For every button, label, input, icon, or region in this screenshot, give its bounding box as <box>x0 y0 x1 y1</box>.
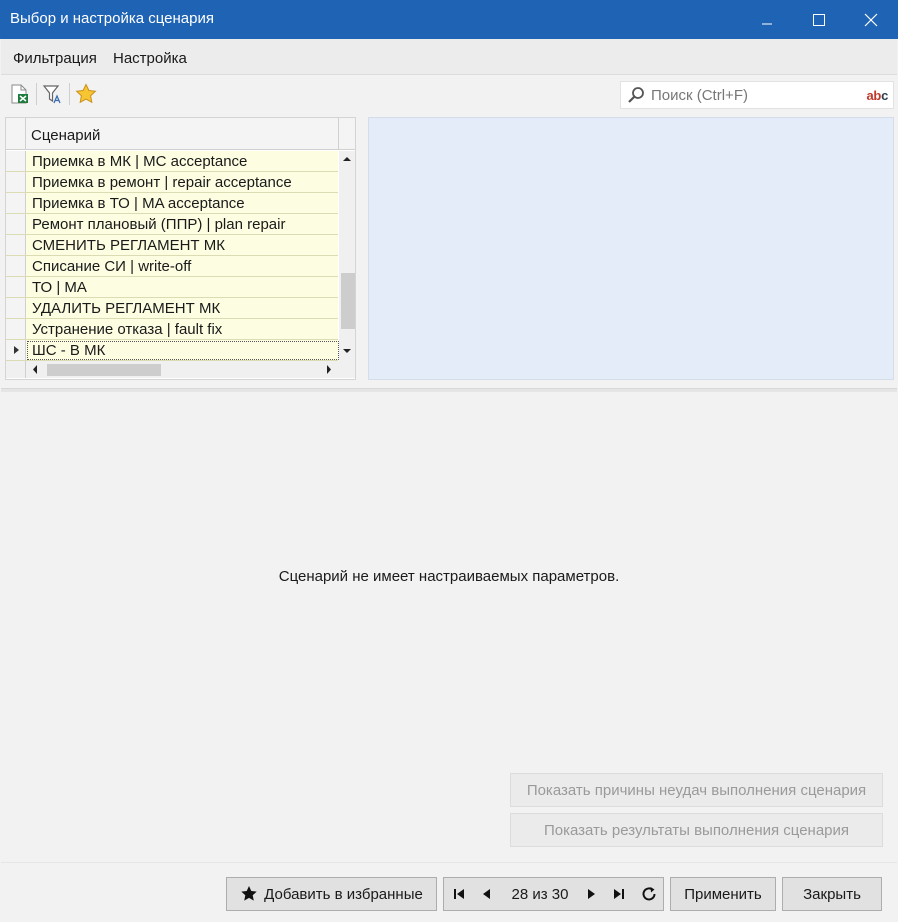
add-favorite-button[interactable]: Добавить в избранные <box>226 877 437 911</box>
row-cell: ТО | MA <box>32 279 87 296</box>
row-selector[interactable] <box>6 151 26 171</box>
toolbar-separator <box>69 83 70 105</box>
row-selector[interactable] <box>6 319 26 339</box>
horizontal-scroll-thumb[interactable] <box>47 364 161 376</box>
minimize-button[interactable] <box>742 0 792 39</box>
show-failures-button[interactable]: Показать причины неудач выполнения сцена… <box>510 773 883 807</box>
menu-settings[interactable]: Настройка <box>113 50 187 67</box>
column-header-scenario[interactable]: Сценарий <box>31 127 100 144</box>
row-cell: Устранение отказа | fault fix <box>32 321 223 338</box>
first-icon <box>454 889 464 899</box>
row-cell: Приемка в ТО | MA acceptance <box>32 195 245 212</box>
row-selector[interactable] <box>6 256 26 276</box>
table-row[interactable]: УДАЛИТЬ РЕГЛАМЕНТ МК <box>6 298 338 319</box>
star-icon <box>241 886 257 901</box>
table-row-current[interactable]: ШС - В МК <box>6 340 339 361</box>
record-counter: 28 из 30 <box>511 886 569 903</box>
maximize-icon <box>813 13 825 26</box>
table-row[interactable]: Приемка в ТО | MA acceptance <box>6 193 338 214</box>
show-results-button[interactable]: Показать результаты выполнения сценария <box>510 813 883 847</box>
refresh-button[interactable] <box>636 878 662 910</box>
favorite-star-icon <box>75 83 97 104</box>
row-cell: Списание СИ | write-off <box>32 258 192 275</box>
menu-filter[interactable]: Фильтрация <box>13 50 97 67</box>
horizontal-scrollbar[interactable] <box>26 361 338 378</box>
grid-rows: Приемка в МК | MC acceptance Приемка в р… <box>6 151 339 361</box>
row-cell: Приемка в МК | MC acceptance <box>32 153 248 170</box>
row-selector[interactable] <box>6 298 26 318</box>
current-row-indicator-icon <box>14 346 19 354</box>
last-icon <box>614 889 624 899</box>
row-selector[interactable] <box>6 277 26 297</box>
record-navigator: 28 из 30 <box>443 877 664 911</box>
title-bar: Выбор и настройка сценария <box>0 0 898 39</box>
next-record-button[interactable] <box>578 878 604 910</box>
table-row[interactable]: СМЕНИТЬ РЕГЛАМЕНТ МК <box>6 235 338 256</box>
row-selector[interactable] <box>6 193 26 213</box>
row-cell: Приемка в ремонт | repair acceptance <box>32 174 292 191</box>
close-window-button[interactable] <box>846 0 896 39</box>
row-selector[interactable] <box>6 172 26 192</box>
scroll-up-icon[interactable] <box>339 151 355 167</box>
filter-clear-icon <box>42 85 61 104</box>
row-selector[interactable] <box>6 235 26 255</box>
panel-splitter[interactable] <box>1 388 897 392</box>
row-cell: УДАЛИТЬ РЕГЛАМЕНТ МК <box>32 300 221 317</box>
table-row[interactable]: Приемка в МК | MC acceptance <box>6 151 338 172</box>
search-input[interactable]: Поиск (Ctrl+F) abc <box>620 81 894 109</box>
scroll-left-icon[interactable] <box>27 361 43 378</box>
scenario-grid: Сценарий Приемка в МК | MC acceptance Пр… <box>5 117 356 380</box>
table-row[interactable]: Ремонт плановый (ППР) | plan repair <box>6 214 338 235</box>
previous-record-button[interactable] <box>474 878 500 910</box>
menu-bar: Фильтрация Настройка <box>1 39 897 75</box>
scrollbar-row-filler <box>6 361 26 378</box>
minimize-icon <box>762 23 772 24</box>
scroll-down-icon[interactable] <box>339 343 355 359</box>
no-parameters-message: Сценарий не имеет настраиваемых параметр… <box>278 568 620 585</box>
vertical-scrollbar[interactable] <box>339 151 355 361</box>
previous-icon <box>483 889 490 899</box>
favorite-button[interactable] <box>71 80 101 108</box>
scrollbar-corner <box>338 361 355 378</box>
row-selector[interactable] <box>6 214 26 234</box>
maximize-button[interactable] <box>794 0 844 39</box>
apply-button[interactable]: Применить <box>670 877 776 911</box>
row-cell: Ремонт плановый (ППР) | plan repair <box>32 216 286 233</box>
first-record-button[interactable] <box>446 878 472 910</box>
row-cell: ШС - В МК <box>27 341 339 360</box>
filter-button[interactable] <box>38 80 68 108</box>
vertical-scroll-thumb[interactable] <box>341 273 355 329</box>
table-row[interactable]: Устранение отказа | fault fix <box>6 319 338 340</box>
row-cell: СМЕНИТЬ РЕГЛАМЕНТ МК <box>32 237 225 254</box>
row-selector-header <box>6 118 26 149</box>
last-record-button[interactable] <box>606 878 632 910</box>
close-icon <box>864 13 878 26</box>
toolbar-separator <box>36 83 37 105</box>
grid-header: Сценарий <box>6 118 355 150</box>
export-excel-icon <box>11 84 28 104</box>
refresh-icon <box>642 887 656 901</box>
close-button[interactable]: Закрыть <box>782 877 882 911</box>
scroll-right-icon[interactable] <box>321 361 337 378</box>
table-row[interactable]: Приемка в ремонт | repair acceptance <box>6 172 338 193</box>
column-header-filler <box>338 118 355 149</box>
add-favorite-label: Добавить в избранные <box>264 885 423 903</box>
table-row[interactable]: ТО | MA <box>6 277 338 298</box>
next-icon <box>588 889 595 899</box>
scenario-preview-panel <box>368 117 894 380</box>
table-row[interactable]: Списание СИ | write-off <box>6 256 338 277</box>
export-button[interactable] <box>4 80 34 108</box>
row-selector[interactable] <box>6 340 26 360</box>
window-title: Выбор и настройка сценария <box>10 10 214 27</box>
search-icon <box>628 87 644 103</box>
spellcheck-icon[interactable]: abc <box>866 88 888 103</box>
search-placeholder: Поиск (Ctrl+F) <box>651 87 748 104</box>
